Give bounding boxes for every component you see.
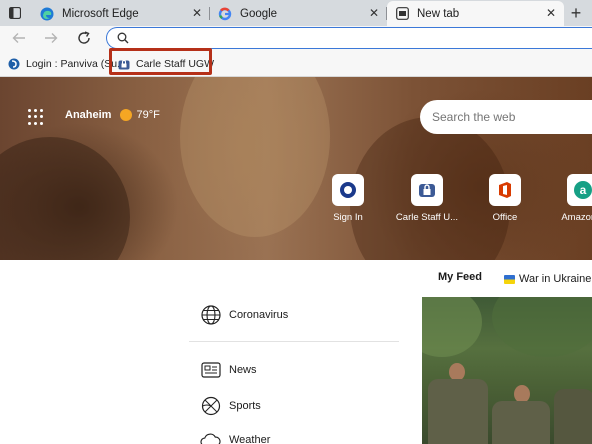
highlight-box bbox=[109, 48, 212, 75]
tab-label: Microsoft Edge bbox=[62, 7, 139, 20]
newspaper-icon bbox=[200, 359, 221, 380]
edge-icon bbox=[40, 7, 54, 21]
quick-link-label: Carle Staff U... bbox=[395, 212, 459, 223]
google-icon bbox=[218, 7, 232, 21]
amazon-icon: a bbox=[567, 174, 592, 206]
background-shape bbox=[0, 137, 130, 260]
feed-tab-label: War in Ukraine bbox=[519, 273, 592, 285]
apps-grid-button[interactable] bbox=[28, 109, 44, 125]
close-tab-icon[interactable]: ✕ bbox=[369, 7, 379, 19]
web-search-box[interactable] bbox=[420, 100, 592, 134]
foliage bbox=[422, 297, 482, 357]
quick-link-office[interactable]: Office bbox=[473, 174, 537, 223]
address-input[interactable] bbox=[135, 31, 535, 45]
background-shape bbox=[180, 77, 330, 237]
quick-link-label: Amazon A bbox=[561, 212, 592, 223]
favorites-bar: Login : Panviva (Su... Carle Staff UGW bbox=[0, 51, 592, 77]
tab-label: Google bbox=[240, 7, 278, 20]
sun-icon bbox=[120, 109, 133, 121]
forward-button[interactable] bbox=[42, 29, 60, 47]
close-tab-icon[interactable]: ✕ bbox=[192, 7, 202, 19]
quick-link-sign-in[interactable]: Sign In bbox=[316, 174, 380, 223]
soldier-figure bbox=[554, 389, 592, 444]
new-tab-button[interactable]: + bbox=[566, 4, 586, 22]
quick-link-carle-staff[interactable]: Carle Staff U... bbox=[395, 174, 459, 223]
ukraine-flag-icon bbox=[504, 274, 515, 284]
panviva-icon bbox=[8, 58, 20, 70]
tab-google[interactable]: Google ✕ bbox=[210, 1, 387, 26]
newtab-hero: Anaheim 79°F Sign In Carle Staff U... Of… bbox=[0, 77, 592, 260]
tab-new-tab[interactable]: New tab ✕ bbox=[387, 1, 564, 26]
weather-city: Anaheim bbox=[65, 109, 112, 121]
soldier-figure bbox=[428, 379, 488, 444]
tab-actions-icon[interactable] bbox=[4, 4, 26, 22]
sidebar-item-news[interactable]: News bbox=[200, 359, 257, 380]
weather-widget[interactable]: Anaheim 79°F bbox=[65, 109, 160, 121]
office-icon bbox=[489, 174, 521, 206]
sidebar-item-label: News bbox=[229, 363, 257, 376]
tab-microsoft-edge[interactable]: Microsoft Edge ✕ bbox=[32, 1, 210, 26]
tab-strip: Microsoft Edge ✕ Google ✕ New tab ✕ + bbox=[0, 0, 592, 26]
cloud-icon bbox=[200, 429, 221, 444]
tab-label: New tab bbox=[417, 7, 460, 20]
close-tab-icon[interactable]: ✕ bbox=[546, 7, 556, 19]
web-search-input[interactable] bbox=[432, 110, 592, 124]
globe-icon bbox=[200, 304, 221, 325]
back-button[interactable] bbox=[10, 29, 28, 47]
lock-folder-icon bbox=[411, 174, 443, 206]
sidebar-item-label: Weather bbox=[229, 433, 271, 444]
toolbar bbox=[0, 26, 592, 51]
refresh-icon bbox=[78, 31, 90, 44]
sidebar-item-label: Coronavirus bbox=[229, 308, 289, 321]
quick-link-label: Sign In bbox=[333, 212, 363, 223]
quick-link-label: Office bbox=[492, 212, 518, 223]
sidebar-item-label: Sports bbox=[229, 399, 261, 412]
tab-war-in-ukraine[interactable]: War in Ukraine bbox=[504, 271, 591, 287]
svg-text:a: a bbox=[580, 183, 587, 197]
arrow-right-icon bbox=[45, 33, 58, 43]
circle-o-icon bbox=[332, 174, 364, 206]
address-bar[interactable] bbox=[106, 27, 592, 49]
divider bbox=[189, 341, 399, 342]
sidebar-item-weather[interactable]: Weather bbox=[200, 429, 270, 444]
basketball-icon bbox=[200, 395, 221, 416]
search-icon bbox=[117, 32, 129, 44]
newtab-icon bbox=[395, 7, 409, 21]
sidebar-item-coronavirus[interactable]: Coronavirus bbox=[200, 304, 288, 325]
refresh-button[interactable] bbox=[75, 29, 93, 47]
arrow-left-icon bbox=[12, 33, 25, 43]
foliage bbox=[492, 297, 592, 357]
sidebar-item-sports[interactable]: Sports bbox=[200, 395, 261, 416]
soldier-figure bbox=[492, 401, 550, 444]
quick-link-amazon[interactable]: a Amazon A bbox=[551, 174, 592, 223]
news-card-image[interactable] bbox=[422, 297, 592, 444]
weather-temp: 79°F bbox=[136, 109, 160, 121]
tab-my-feed[interactable]: My Feed bbox=[438, 271, 482, 287]
